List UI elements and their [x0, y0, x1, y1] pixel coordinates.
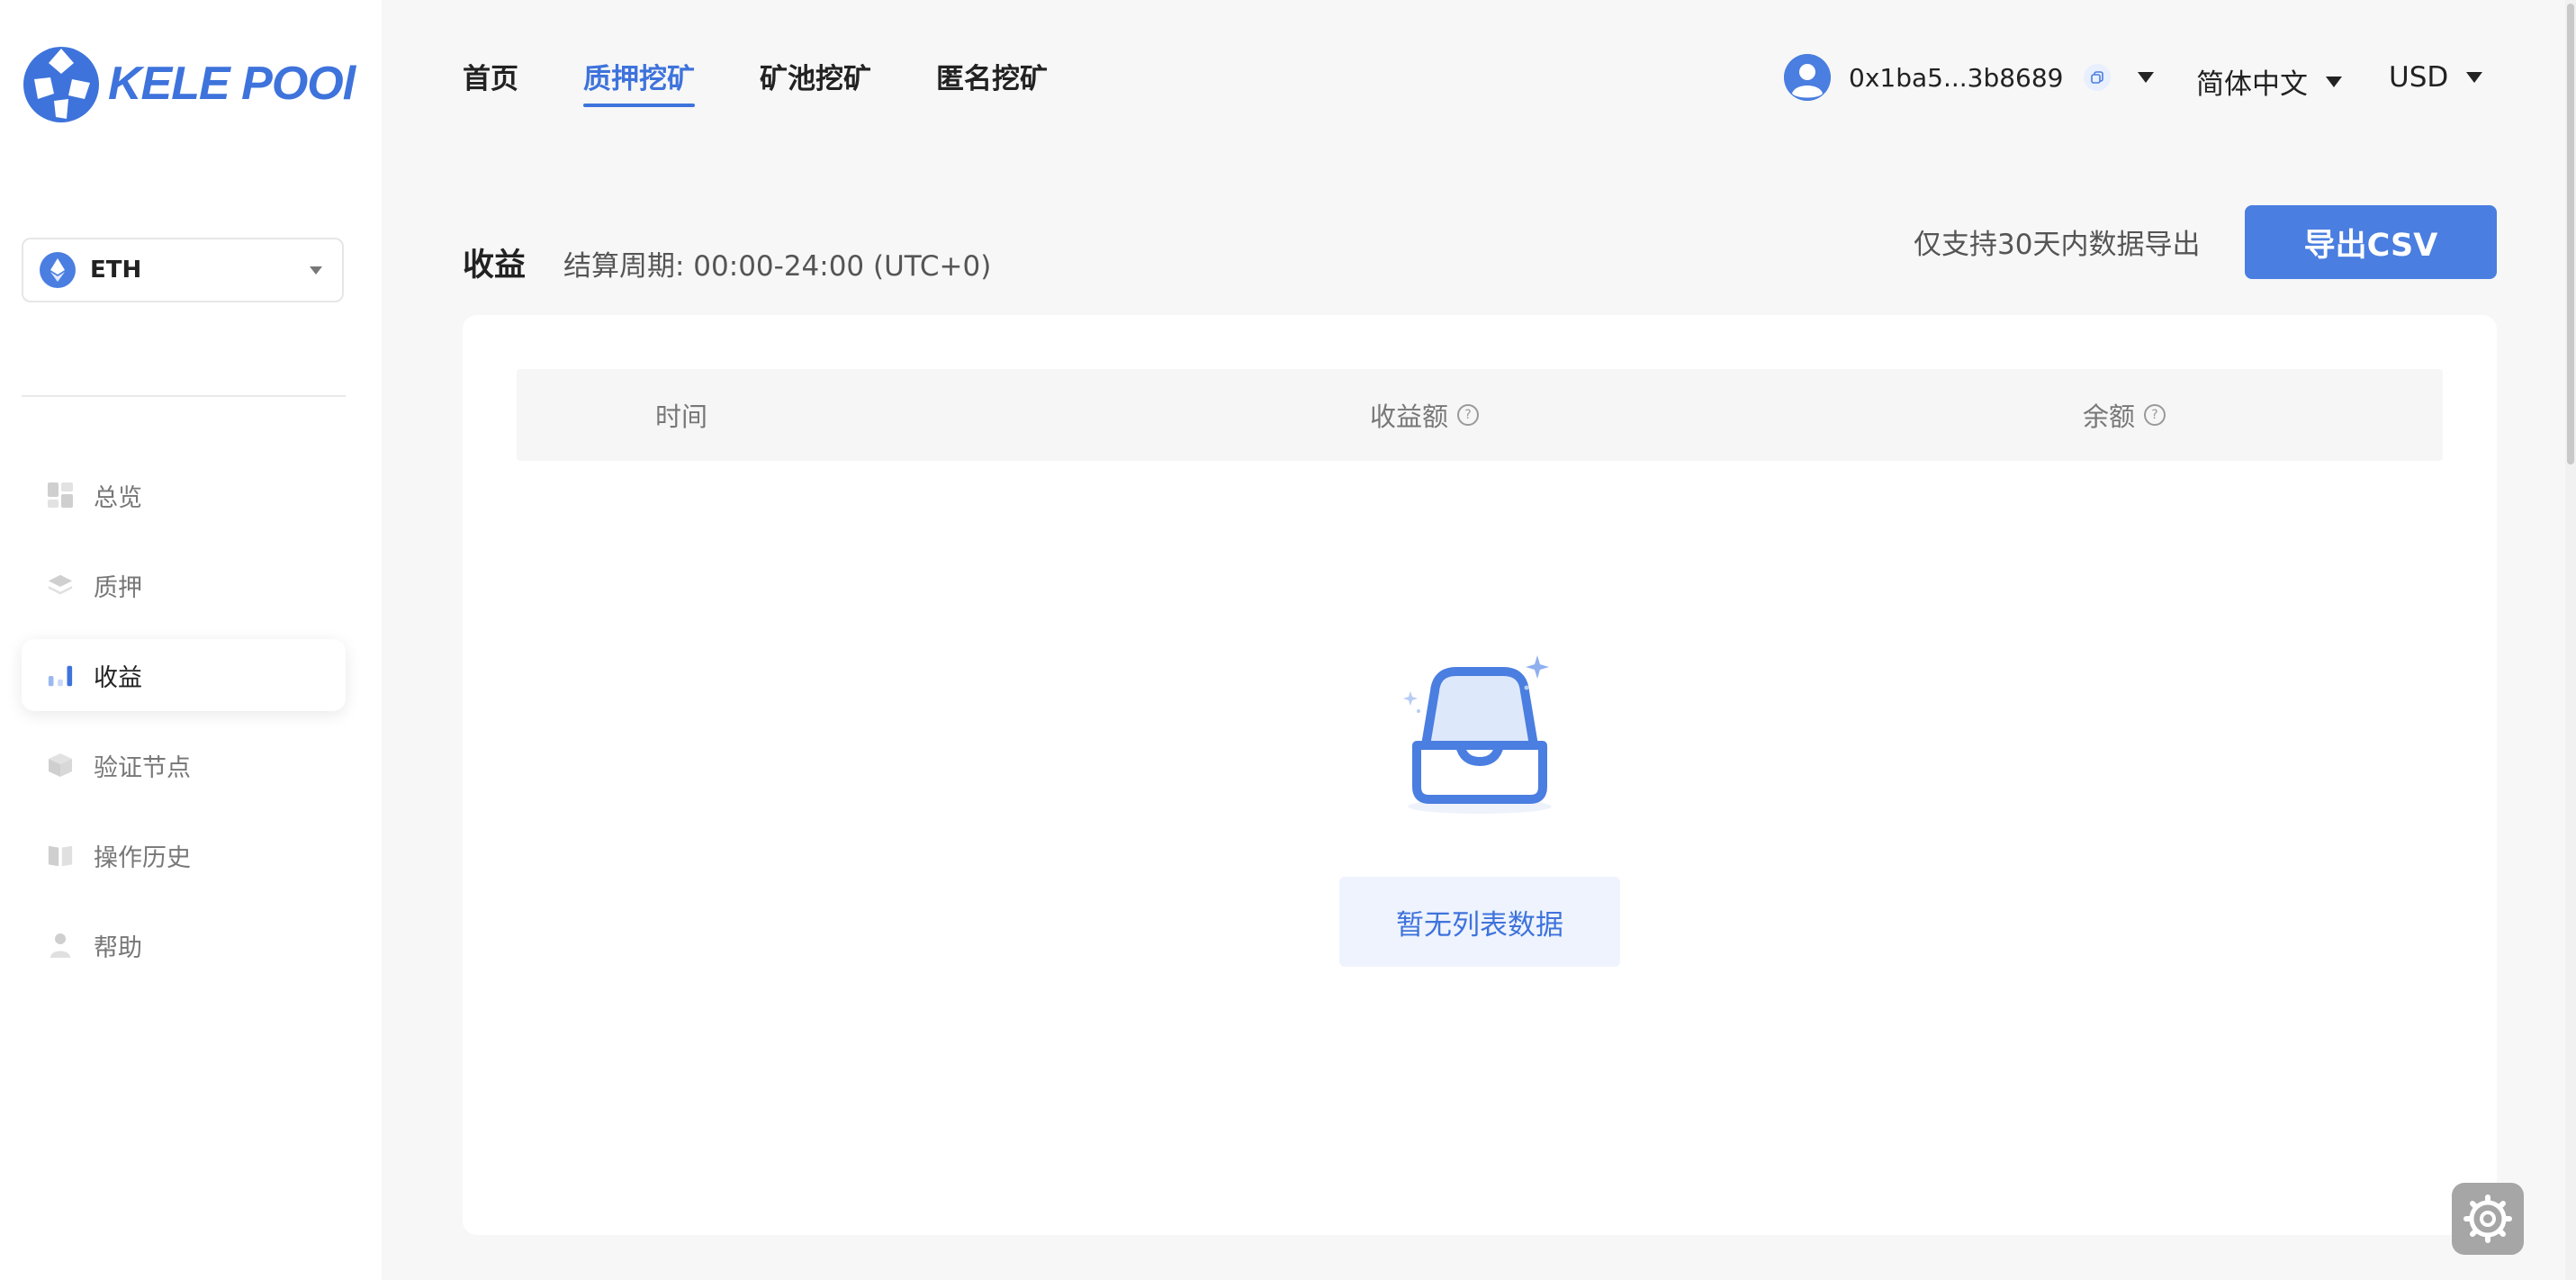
chevron-down-icon [2326, 76, 2342, 87]
language-selector[interactable]: 简体中文 [2196, 61, 2342, 102]
gear-icon [2463, 1194, 2512, 1243]
top-nav: 首页 质押挖矿 矿池挖矿 匿名挖矿 [463, 56, 1112, 107]
sidebar-item-earnings[interactable]: 收益 [22, 639, 346, 711]
chevron-down-icon [2137, 72, 2154, 83]
sidebar-item-label: 帮助 [94, 933, 142, 962]
sidebar-item-history[interactable]: 操作历史 [22, 819, 346, 891]
cube-icon [47, 752, 74, 779]
sidebar-item-label: 收益 [94, 663, 142, 692]
settlement-cycle: 结算周期: 00:00-24:00 (UTC+0) [563, 250, 992, 283]
overview-icon [47, 482, 74, 509]
book-icon [47, 842, 74, 869]
export-csv-button[interactable]: 导出CSV [2245, 205, 2497, 279]
coin-selector[interactable]: ETH [22, 238, 344, 302]
export-note: 仅支持30天内数据导出 [1914, 229, 2201, 261]
page-title: 收益 [463, 248, 527, 284]
language-value: 简体中文 [2196, 68, 2308, 101]
ethereum-icon [40, 252, 76, 288]
sidebar-item-validators[interactable]: 验证节点 [22, 729, 346, 801]
sidebar-item-overview[interactable]: 总览 [22, 459, 346, 531]
sidebar-item-label: 验证节点 [94, 753, 191, 782]
column-header-earnings: 收益额 ? [1370, 396, 1480, 434]
layers-icon [47, 572, 74, 599]
nav-item-anonymous-mining[interactable]: 匿名挖矿 [936, 56, 1048, 107]
copy-icon[interactable] [2083, 64, 2111, 91]
sidebar-item-label: 质押 [94, 573, 142, 602]
coin-selector-value: ETH [90, 257, 142, 284]
column-header-label: 时间 [655, 401, 708, 432]
empty-inbox-icon [1399, 655, 1561, 830]
kele-pool-logo-mark-icon [23, 47, 99, 122]
bar-chart-icon [47, 662, 74, 689]
user-avatar-icon [1784, 54, 1831, 101]
sidebar-item-label: 总览 [94, 483, 142, 512]
nav-item-staking-mining[interactable]: 质押挖矿 [583, 56, 695, 107]
table-header: 时间 收益额 ? 余额 ? [517, 369, 2443, 461]
account-menu[interactable]: 0x1ba5...3b8689 [1784, 54, 2154, 101]
empty-state-message: 暂无列表数据 [1339, 877, 1620, 967]
currency-value: USD [2389, 61, 2449, 94]
sidebar-menu: 总览 质押 收益 验证节点 操作历史 帮助 [22, 459, 346, 999]
brand-name: KELE POOl [108, 58, 356, 110]
column-header-time: 时间 [655, 396, 707, 434]
sidebar-item-staking[interactable]: 质押 [22, 549, 346, 621]
sidebar-divider [22, 395, 346, 397]
chevron-down-icon [310, 266, 322, 275]
earnings-table-panel: 时间 收益额 ? 余额 ? 暂无列表数据 [463, 315, 2497, 1235]
sidebar-item-label: 操作历史 [94, 843, 191, 872]
chevron-down-icon [2466, 72, 2483, 83]
help-icon[interactable]: ? [2144, 404, 2166, 426]
kele-pool-logo[interactable]: KELE POOl [22, 43, 356, 124]
help-icon[interactable]: ? [1457, 404, 1480, 426]
currency-selector[interactable]: USD [2389, 61, 2483, 94]
scrollbar-thumb[interactable] [2567, 4, 2574, 464]
settings-button[interactable] [2452, 1183, 2524, 1255]
wallet-address: 0x1ba5...3b8689 [1849, 62, 2064, 93]
sidebar: KELE POOl ETH 总览 质押 收益 验证节点 操作历史 帮助 [0, 0, 382, 1280]
nav-item-home[interactable]: 首页 [463, 56, 518, 107]
nav-item-pool-mining[interactable]: 矿池挖矿 [760, 56, 871, 107]
column-header-label: 余额 [2083, 401, 2136, 432]
sidebar-item-help[interactable]: 帮助 [22, 909, 346, 981]
column-header-balance: 余额 ? [2083, 396, 2166, 434]
column-header-label: 收益额 [1370, 401, 1449, 432]
person-icon [47, 932, 74, 959]
